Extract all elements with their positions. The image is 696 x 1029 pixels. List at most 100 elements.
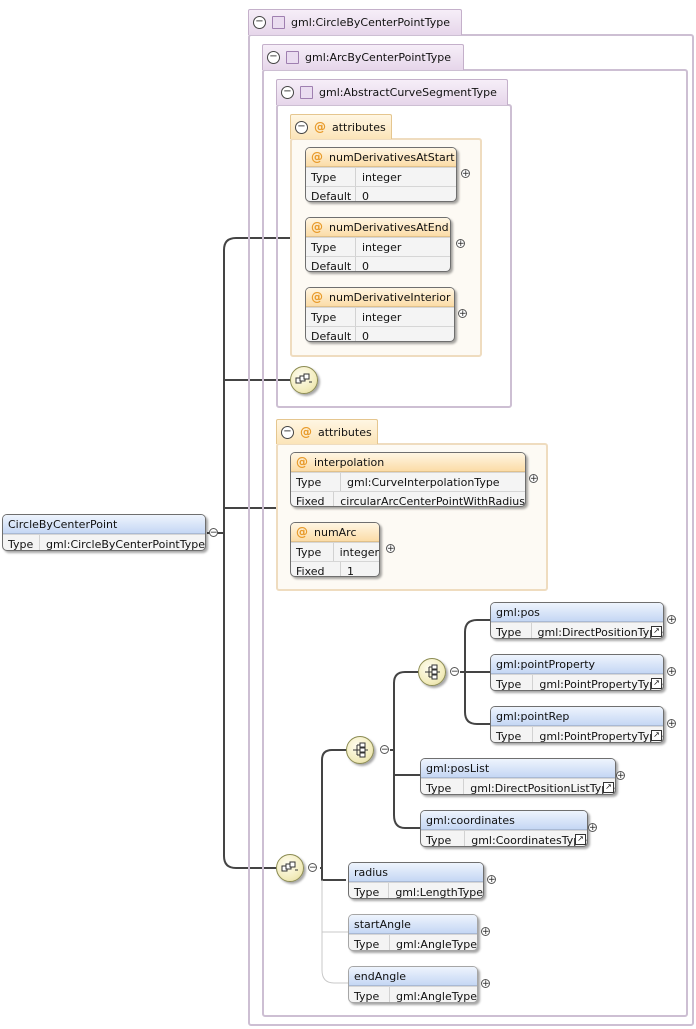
element-name: gml:pos — [496, 605, 540, 619]
row-label: Type — [491, 623, 532, 638]
attribute-box[interactable]: @ numDerivativeInterior Type integer Defau… — [305, 287, 455, 342]
attribute-box[interactable]: @ interpolation Type gml:CurveInterpolatio… — [290, 452, 526, 507]
plus-icon[interactable]: + — [667, 719, 676, 729]
row-label: Fixed — [291, 562, 341, 576]
row-value: gml:AngleType — [395, 937, 477, 951]
element-name: radius — [354, 865, 389, 879]
row-label: Default — [306, 327, 356, 341]
row-value: gml:LengthType — [395, 885, 483, 899]
group-title: gml:CircleByCenterPointType — [291, 16, 451, 29]
choice-compositor-icon[interactable] — [418, 658, 446, 686]
element-box[interactable]: radius Type gml:LengthType — [348, 862, 484, 899]
attribute-name: numDerivativesAtEnd — [329, 220, 449, 234]
row-value: gml:CurveInterpolationType — [347, 475, 500, 489]
group-tab-abstract[interactable]: − gml:AbstractCurveSegmentType — [276, 79, 508, 105]
row-label: Type — [349, 883, 390, 898]
row-label: Type — [306, 168, 356, 186]
minus-icon[interactable]: − — [253, 16, 266, 29]
attributes-tab-outer[interactable]: − @ attributes — [276, 419, 378, 444]
complex-type-icon — [286, 51, 299, 64]
attribute-name: numArc — [314, 525, 357, 539]
minus-icon[interactable]: − — [281, 425, 294, 439]
row-value: gml:DirectPositionListType — [470, 781, 615, 795]
row-label: Type — [306, 238, 356, 256]
element-box[interactable]: gml:pos Type gml:DirectPositionType ↗ — [490, 602, 664, 639]
element-name: gml:posList — [426, 761, 490, 775]
minus-icon[interactable]: − — [281, 86, 294, 99]
element-name: gml:coordinates — [426, 813, 515, 827]
attribute-box[interactable]: @ numDerivativesAtStart Type integer Defau… — [305, 147, 457, 202]
at-icon: @ — [314, 120, 326, 134]
complex-type-icon — [300, 86, 313, 99]
row-value: integer — [362, 240, 402, 254]
row-value: 0 — [362, 329, 369, 342]
row-label: Type — [491, 727, 534, 742]
element-box[interactable]: gml:pointRep Type gml:PointPropertyType ↗ — [490, 706, 664, 743]
minus-icon[interactable]: − — [295, 120, 308, 134]
at-icon: @ — [311, 150, 323, 164]
plus-icon[interactable]: + — [481, 979, 490, 989]
collapse-icon[interactable]: − — [450, 667, 459, 677]
attribute-box[interactable]: @ numDerivativesAtEnd Type integer Default… — [305, 217, 451, 272]
reference-arrow-icon: ↗ — [651, 678, 662, 689]
plus-icon[interactable]: + — [588, 823, 597, 833]
row-value: gml:PointPropertyType — [539, 729, 663, 743]
plus-icon[interactable]: + — [481, 927, 490, 937]
compositor-glyph — [281, 861, 298, 872]
plus-icon[interactable]: + — [616, 771, 625, 781]
plus-icon[interactable]: + — [667, 667, 676, 677]
row-value: circularArcCenterPointWithRadius — [340, 494, 525, 507]
root-element-box[interactable]: CircleByCenterPoint Type gml:CircleByCent… — [2, 514, 206, 551]
row-label: Type — [491, 675, 534, 690]
row-label: Type — [291, 543, 334, 561]
row-label: Type — [291, 473, 341, 491]
element-box[interactable]: startAngle Type gml:AngleType — [348, 914, 478, 951]
plus-icon[interactable]: + — [461, 169, 470, 179]
row-value: integer — [362, 170, 402, 184]
compositor-glyph — [295, 373, 312, 384]
complex-type-icon — [272, 16, 285, 29]
sequence-compositor-icon[interactable] — [290, 366, 318, 394]
group-tab-arc[interactable]: − gml:ArcByCenterPointType — [262, 44, 464, 70]
collapse-icon[interactable]: − — [209, 528, 218, 538]
group-title: gml:ArcByCenterPointType — [305, 51, 451, 64]
plus-icon[interactable]: + — [529, 474, 538, 484]
reference-arrow-icon: ↗ — [651, 626, 662, 637]
element-name: endAngle — [354, 969, 407, 983]
row-value: 0 — [362, 189, 369, 202]
attributes-title: attributes — [318, 425, 372, 439]
row-label: Default — [306, 257, 356, 271]
element-box[interactable]: gml:coordinates Type gml:CoordinatesType … — [420, 810, 588, 847]
element-name: CircleByCenterPoint — [8, 517, 118, 531]
row-value: gml:CoordinatesType — [471, 833, 587, 847]
row-label: Type — [421, 779, 465, 794]
collapse-icon[interactable]: − — [380, 745, 389, 755]
minus-icon[interactable]: − — [267, 51, 280, 64]
attributes-tab-inner[interactable]: − @ attributes — [290, 114, 392, 139]
row-value: integer — [362, 310, 402, 324]
at-icon: @ — [296, 455, 308, 469]
compositor-glyph — [425, 664, 440, 680]
sequence-compositor-icon[interactable] — [276, 854, 304, 882]
row-value: gml:CircleByCenterPointType — [45, 537, 205, 551]
attribute-box[interactable]: @ numArc Type integer Fixed 1 — [290, 522, 380, 577]
row-value: gml:PointPropertyType — [539, 677, 663, 691]
plus-icon[interactable]: + — [386, 544, 395, 554]
at-icon: @ — [296, 525, 308, 539]
row-label: Type — [3, 535, 40, 550]
group-tab-circle[interactable]: − gml:CircleByCenterPointType — [248, 9, 462, 35]
element-box[interactable]: endAngle Type gml:AngleType — [348, 966, 478, 1003]
choice-compositor-icon[interactable] — [346, 736, 374, 764]
row-label: Type — [349, 935, 390, 950]
plus-icon[interactable]: + — [456, 239, 465, 249]
collapse-icon[interactable]: − — [308, 863, 317, 873]
plus-icon[interactable]: + — [458, 309, 467, 319]
plus-icon[interactable]: + — [487, 875, 496, 885]
attribute-name: interpolation — [314, 455, 385, 469]
element-box[interactable]: gml:pointProperty Type gml:PointPropertyT… — [490, 654, 664, 691]
element-box[interactable]: gml:posList Type gml:DirectPositionListTy… — [420, 758, 616, 795]
row-label: Type — [349, 987, 390, 1002]
compositor-glyph — [353, 742, 368, 758]
row-value: gml:AngleType — [395, 989, 477, 1003]
plus-icon[interactable]: + — [667, 615, 676, 625]
